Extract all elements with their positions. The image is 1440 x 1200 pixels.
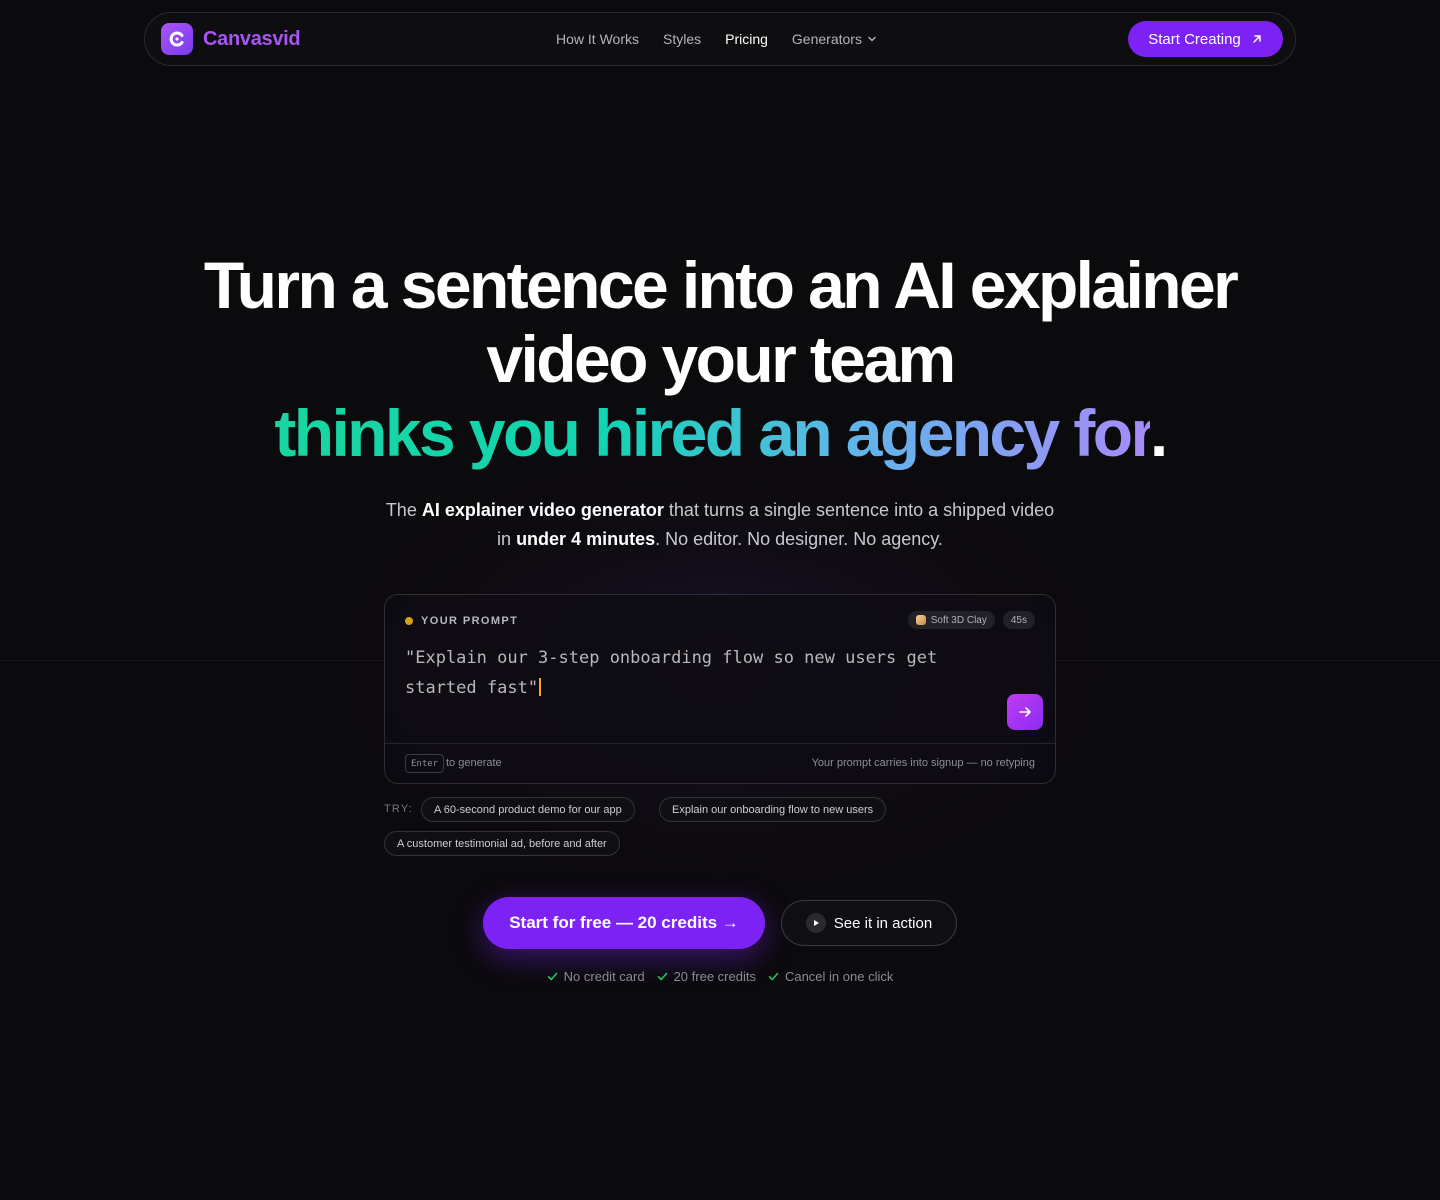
perks-list: No credit card 20 free credits Cancel in… xyxy=(0,969,1440,984)
try-label: TRY: xyxy=(384,803,414,815)
subtitle-emphasis: AI explainer video generator xyxy=(421,500,664,520)
prompt-input-value: "Explain our 3-step onboarding flow so n… xyxy=(405,648,938,698)
start-creating-label: Start Creating xyxy=(1148,30,1241,48)
nav-links: How It Works Styles Pricing Generators xyxy=(556,13,901,65)
chevron-down-icon xyxy=(868,36,876,42)
headline-line-3: thinks you hired an agency for. xyxy=(0,396,1440,470)
prompt-card-footer: Enter to generate Your prompt carries in… xyxy=(385,743,1055,783)
style-pill-label: Soft 3D Clay xyxy=(930,614,987,626)
headline-period: . xyxy=(1149,396,1168,470)
start-creating-button[interactable]: Start Creating xyxy=(1128,21,1283,57)
brand-name: Canvasvid xyxy=(203,27,301,50)
check-icon xyxy=(768,972,779,981)
headline-line-2: video your team xyxy=(486,322,956,396)
enter-hint-text: to generate xyxy=(446,757,502,769)
prompt-label-text: YOUR PROMPT xyxy=(421,615,519,627)
arrow-up-right-icon xyxy=(1253,35,1261,43)
nav-link-generators-label: Generators xyxy=(791,31,862,47)
start-for-free-button[interactable]: Start for free — 20 credits → xyxy=(483,897,765,949)
perk-item: Cancel in one click xyxy=(768,969,893,984)
perk-item: 20 free credits xyxy=(657,969,756,984)
nav-link-generators[interactable]: Generators xyxy=(792,31,877,47)
prompt-card: YOUR PROMPT Soft 3D Clay 45s "Explain ou… xyxy=(384,594,1056,784)
style-pill[interactable]: Soft 3D Clay xyxy=(907,611,995,629)
nav-link-styles[interactable]: Styles xyxy=(663,31,701,47)
play-icon xyxy=(805,913,826,933)
prompt-settings: Soft 3D Clay 45s xyxy=(900,611,1035,629)
nav-link-how-it-works[interactable]: How It Works xyxy=(556,31,639,47)
headline-gradient-text: thinks you hired an agency for xyxy=(274,396,1152,470)
send-prompt-button[interactable] xyxy=(1007,694,1043,730)
nav-link-pricing[interactable]: Pricing xyxy=(725,31,768,47)
brand-logo[interactable]: Canvasvid xyxy=(161,23,301,55)
prompt-label: YOUR PROMPT xyxy=(405,615,518,627)
perk-item: No credit card xyxy=(547,969,645,984)
check-icon xyxy=(657,972,667,981)
see-it-in-action-button[interactable]: See it in action xyxy=(781,900,957,946)
status-dot-icon xyxy=(405,617,413,625)
hero-subtitle: The AI explainer video generator that tu… xyxy=(380,496,1060,554)
enter-key-hint: Enter xyxy=(405,754,445,773)
suggestion-chip-product-demo[interactable]: A 60-second product demo for our app xyxy=(421,797,635,822)
top-navbar: Canvasvid How It Works Styles Pricing Ge… xyxy=(144,12,1296,66)
subtitle-text: The xyxy=(385,500,422,520)
subtitle-emphasis: under 4 minutes xyxy=(516,529,656,549)
text-caret xyxy=(539,678,542,696)
clay-style-icon xyxy=(915,615,926,625)
perk-label: 20 free credits xyxy=(673,969,756,984)
subtitle-text: . No editor. No designer. No agency. xyxy=(655,529,943,549)
arrow-right-icon xyxy=(1019,707,1031,717)
suggestion-chip-testimonial[interactable]: A customer testimonial ad, before and af… xyxy=(384,831,620,856)
suggestion-chip-onboarding[interactable]: Explain our onboarding flow to new users xyxy=(659,797,887,822)
see-it-in-action-label: See it in action xyxy=(833,914,933,932)
check-icon xyxy=(547,972,557,981)
hero-headline: Turn a sentence into an AI explainer vid… xyxy=(0,248,1440,470)
perk-label: No credit card xyxy=(563,969,645,984)
perk-label: Cancel in one click xyxy=(784,969,894,984)
duration-pill[interactable]: 45s xyxy=(1002,611,1035,629)
canvasvid-logo-icon xyxy=(161,23,193,55)
prompt-input[interactable]: "Explain our 3-step onboarding flow so n… xyxy=(405,643,1005,703)
carry-note: Your prompt carries into signup — no ret… xyxy=(811,757,1035,769)
headline-line-1: Turn a sentence into an AI explainer xyxy=(203,248,1239,322)
